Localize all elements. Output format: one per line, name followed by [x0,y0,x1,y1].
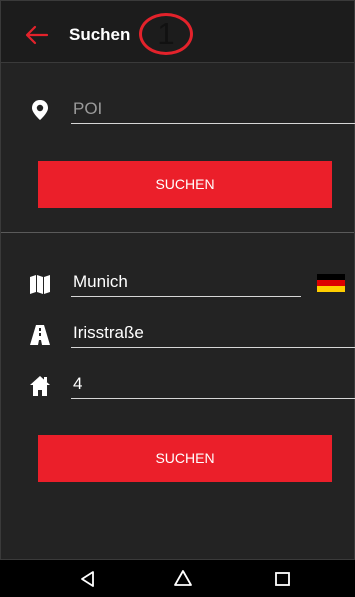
recents-square-icon[interactable] [272,568,294,590]
map-icon [29,273,51,295]
system-navigation-bar [0,560,355,597]
house-icon [29,375,51,397]
address-search-button[interactable]: SUCHEN [38,435,332,482]
house-number-field[interactable]: 4 [71,372,355,399]
annotation-marker: 1 [139,13,193,55]
house-number-row [29,373,59,407]
app-bar: Suchen 1 [1,1,354,63]
germany-flag-icon[interactable] [317,274,345,292]
location-pin-icon [29,99,51,121]
search-screen: Suchen 1 POI SUCHEN Munich Irisstraße 4 … [0,0,355,560]
back-triangle-icon[interactable] [77,568,99,590]
poi-input[interactable]: POI [71,97,355,124]
city-row [29,271,59,305]
poi-search-button[interactable]: SUCHEN [38,161,332,208]
road-icon [29,324,51,346]
street-field[interactable]: Irisstraße [71,321,355,348]
section-divider [1,232,354,233]
back-arrow-icon[interactable] [25,25,49,45]
city-field[interactable]: Munich [71,270,301,297]
page-title: Suchen [69,25,131,44]
street-row [29,322,59,356]
home-circle-icon[interactable] [172,568,194,590]
poi-placeholder: POI [73,99,103,118]
